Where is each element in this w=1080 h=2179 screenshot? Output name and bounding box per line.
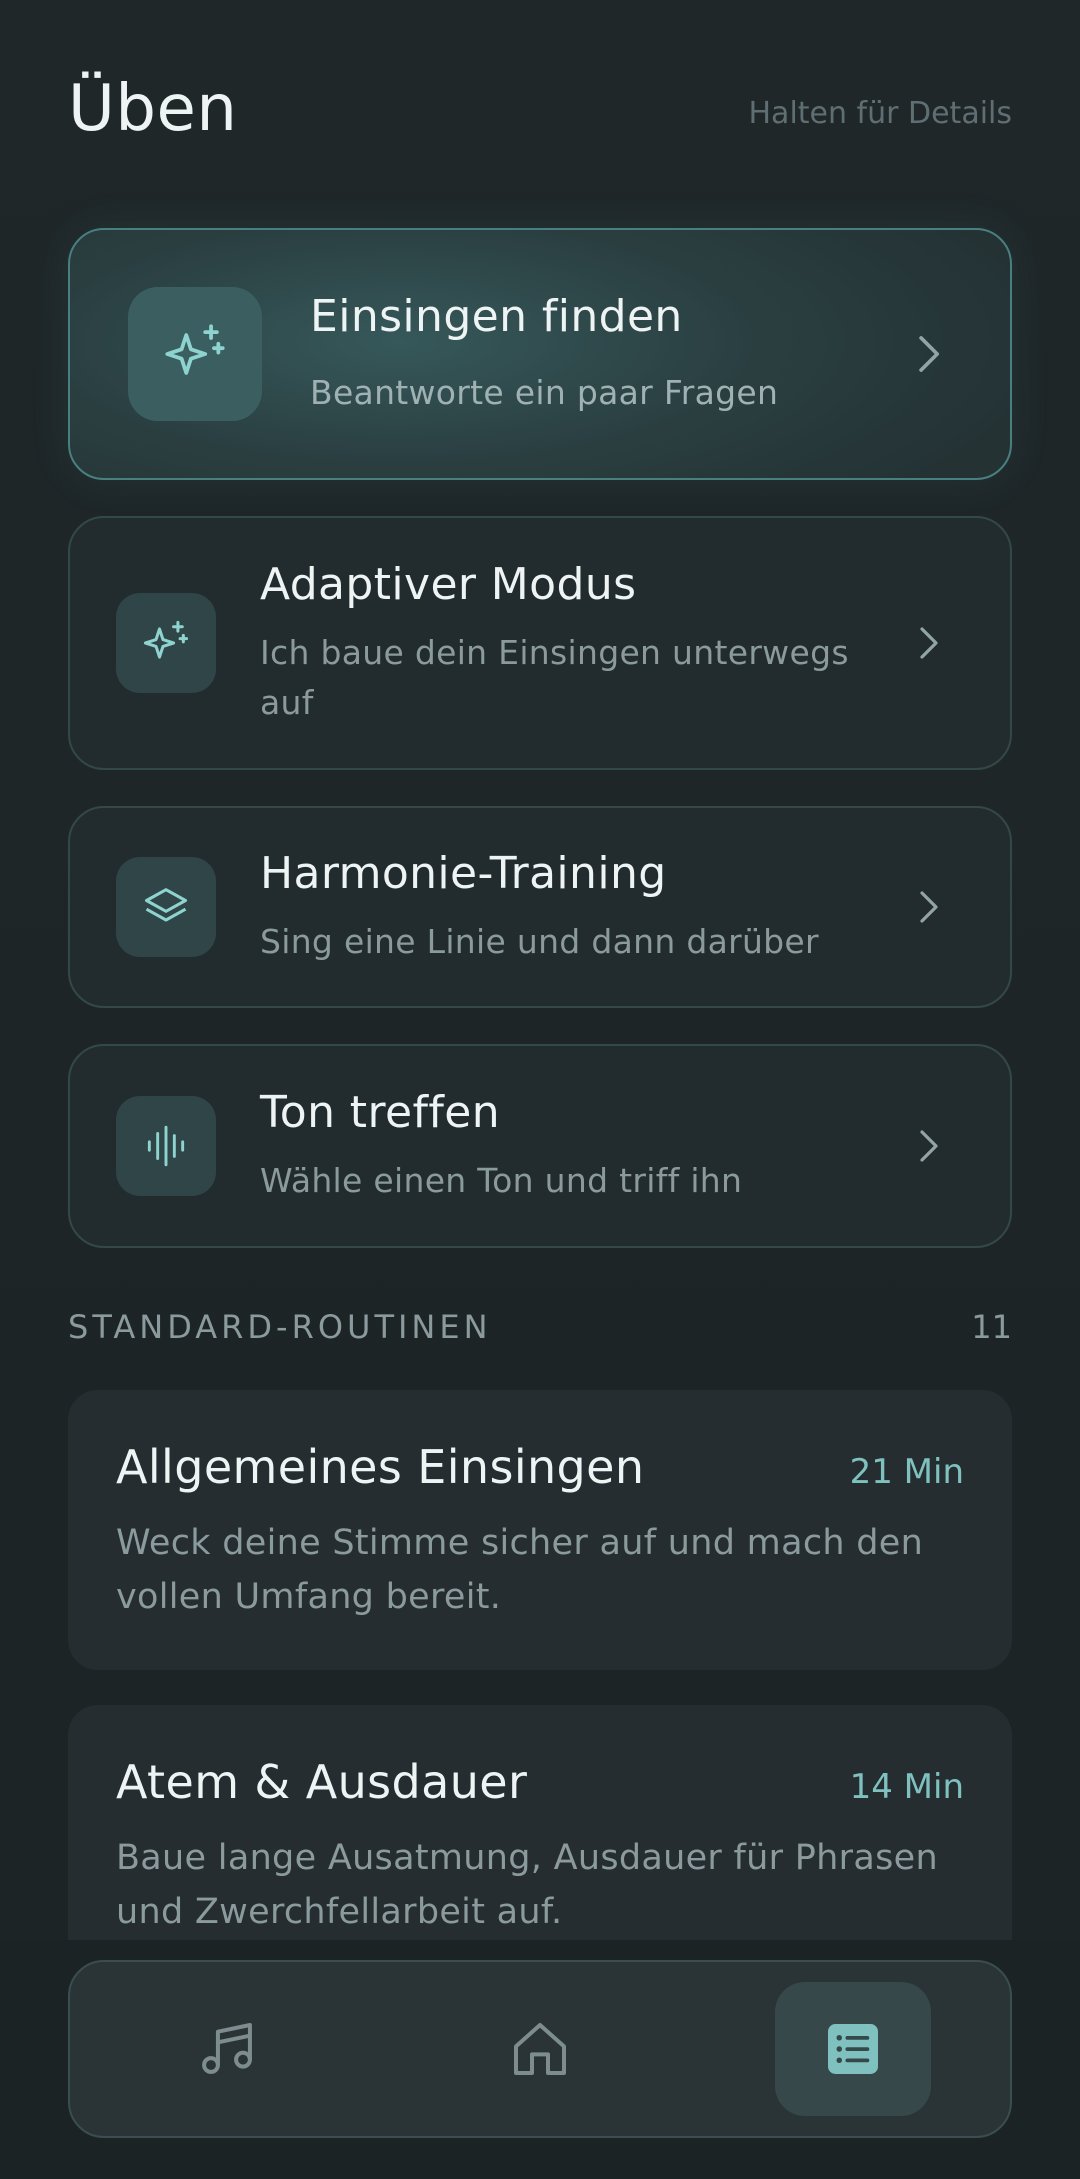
hit-note-card[interactable]: Ton treffen Wähle einen Ton und triff ih… [68,1044,1012,1248]
card-subtitle: Wähle einen Ton und triff ihn [260,1160,743,1200]
page-title: Üben [68,72,238,146]
routine-title: Allgemeines Einsingen [116,1440,645,1494]
nav-list-button[interactable] [775,1982,932,2116]
card-title: Harmonie-Training [260,847,667,899]
chevron-right-icon [908,1126,948,1166]
sparkles-icon [116,593,216,693]
chevron-right-icon [908,331,948,377]
routine-card[interactable]: Allgemeines Einsingen 21 Min Weck deine … [68,1390,1012,1670]
sparkles-icon [128,287,262,421]
adaptive-mode-card[interactable]: Adaptiver Modus Ich baue dein Einsingen … [68,516,1012,770]
layers-icon [116,857,216,957]
card-subtitle: Sing eine Linie und dann darüber [260,921,819,961]
routine-description: Baue lange Ausatmung, Ausdauer für Phras… [116,1838,938,1932]
card-title: Einsingen finden [310,290,683,342]
home-icon [513,2023,566,2075]
nav-music-button[interactable] [149,1982,305,2116]
routine-duration: 14 Min [849,1767,964,1807]
section-label: STANDARD-ROUTINEN [68,1308,492,1346]
bottom-navigation [68,1960,1012,2138]
section-count: 11 [971,1308,1012,1346]
music-note-icon [201,2023,252,2074]
routine-description: Weck deine Stimme sicher auf und mach de… [116,1523,924,1617]
find-warmup-card[interactable]: Einsingen finden Beantworte ein paar Fra… [68,228,1012,480]
card-title: Ton treffen [260,1086,500,1138]
harmony-training-card[interactable]: Harmonie-Training Sing eine Linie und da… [68,806,1012,1008]
nav-home-button[interactable] [462,1982,618,2116]
routine-duration: 21 Min [849,1452,964,1492]
practice-screen: Üben Halten für Details Einsingen finden… [0,0,1080,2179]
card-subtitle: Beantworte ein paar Fragen [310,372,779,412]
waveform-icon [116,1096,216,1196]
chevron-right-icon [908,887,948,927]
list-icon [828,2024,879,2074]
card-title: Adaptiver Modus [260,558,637,610]
card-subtitle: Ich baue dein Einsingen unterwegs auf [260,632,849,722]
chevron-right-icon [908,623,948,663]
hold-hint: Halten für Details [748,96,1013,131]
routine-title: Atem & Ausdauer [116,1755,528,1809]
